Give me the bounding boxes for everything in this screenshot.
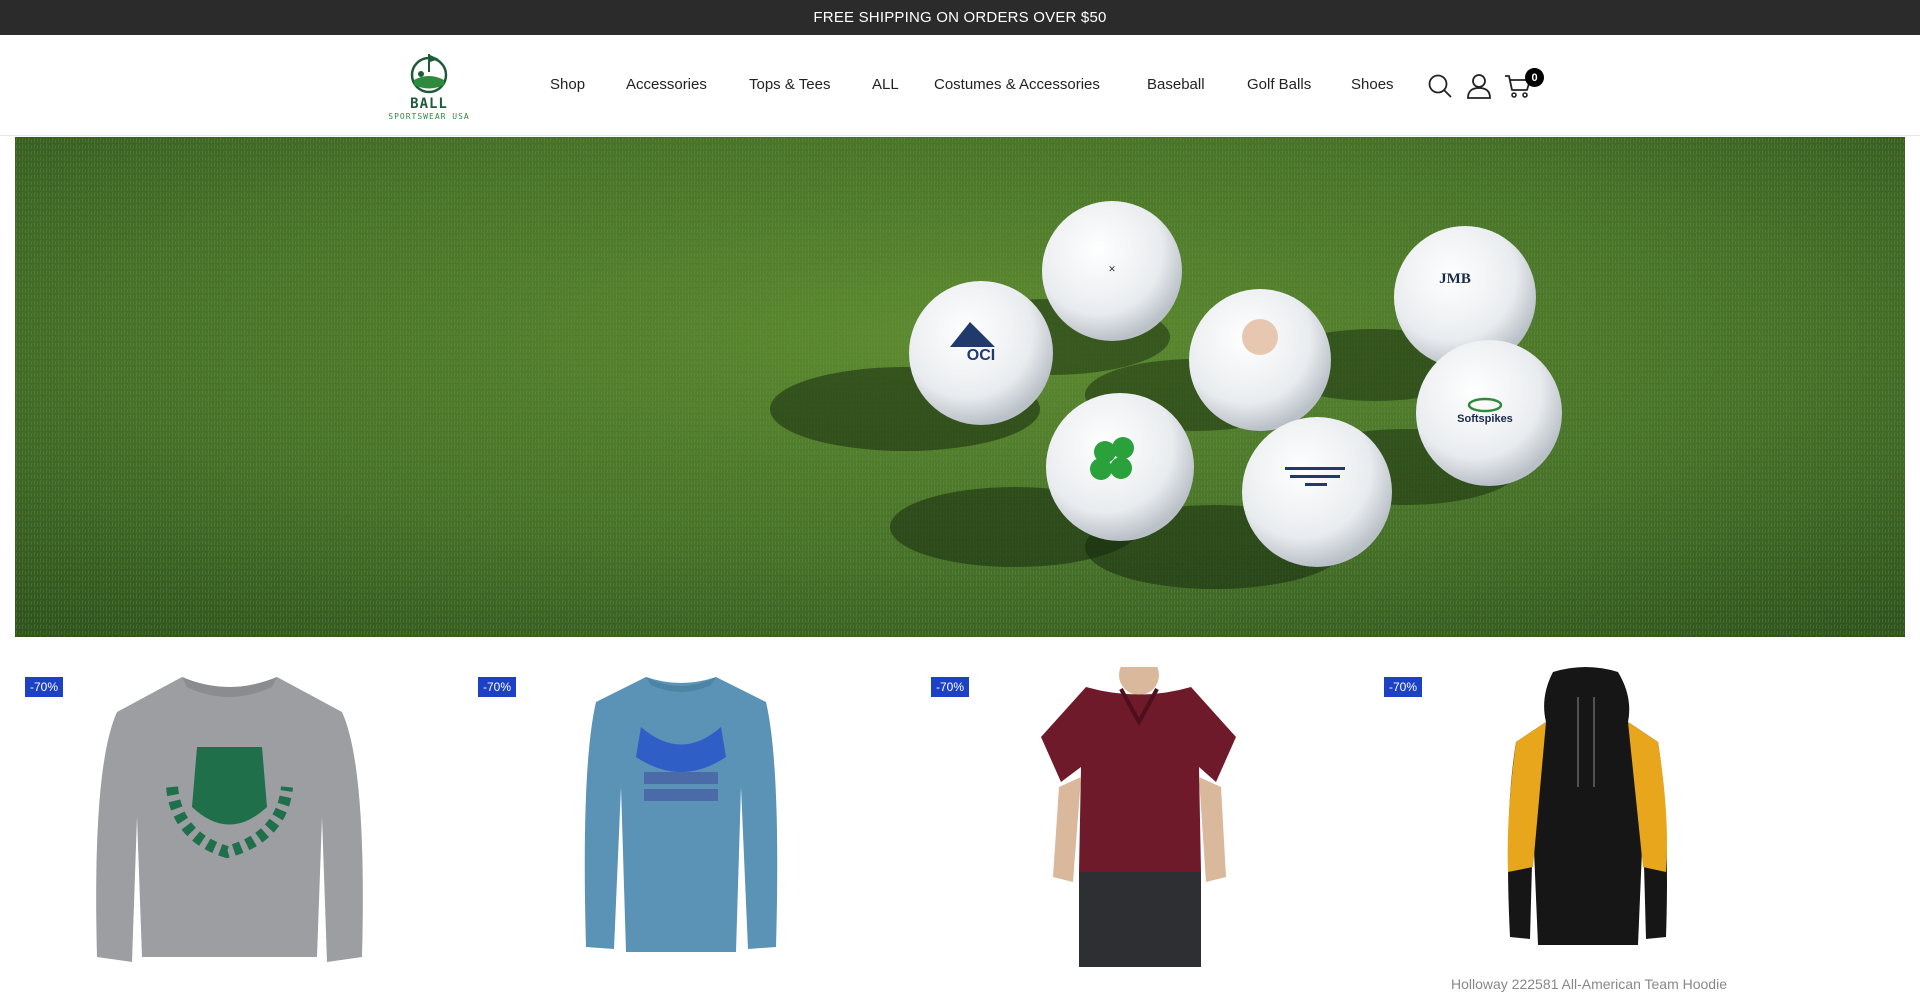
nav-item-shoes[interactable]: Shoes xyxy=(1351,76,1394,93)
product-image[interactable] xyxy=(87,667,372,967)
discount-badge: -70% xyxy=(478,677,517,697)
svg-text:✕: ✕ xyxy=(1108,264,1116,274)
golf-ball-icon xyxy=(1189,289,1331,431)
discount-badge: -70% xyxy=(25,677,64,697)
nav-item-all[interactable]: ALL xyxy=(872,76,899,93)
user-icon[interactable] xyxy=(1465,72,1493,100)
hero-banner[interactable]: OCI ✕ JMB Softspikes xyxy=(15,137,1905,637)
nav-item-tops-tees[interactable]: Tops & Tees xyxy=(749,76,830,93)
nav-item-baseball[interactable]: Baseball xyxy=(1147,76,1205,93)
cart-count-badge: 0 xyxy=(1525,68,1544,87)
product-title[interactable]: Holloway 222581 All-American Team Hoodie xyxy=(1374,976,1804,992)
nav-item-accessories[interactable]: Accessories xyxy=(626,76,707,93)
golf-ball-icon xyxy=(1242,417,1392,567)
hero-golf-balls-image: OCI ✕ JMB Softspikes xyxy=(15,137,1905,637)
product-card[interactable]: -70% xyxy=(15,667,445,993)
product-image[interactable] xyxy=(1498,667,1673,957)
nav-item-golf-balls[interactable]: Golf Balls xyxy=(1247,76,1311,93)
product-card[interactable]: -70% Holloway 222581 All-American Team H… xyxy=(1374,667,1804,993)
product-card[interactable]: -70% xyxy=(921,667,1351,993)
search-icon[interactable] xyxy=(1426,72,1454,100)
product-image[interactable] xyxy=(1031,667,1246,967)
svg-text:OCI: OCI xyxy=(967,347,995,364)
nav-item-shop[interactable]: Shop xyxy=(550,76,585,93)
svg-text:Softspikes: Softspikes xyxy=(1457,413,1513,425)
svg-text:JMB: JMB xyxy=(1439,271,1471,287)
discount-badge: -70% xyxy=(931,677,970,697)
product-image[interactable] xyxy=(576,667,786,957)
product-card[interactable]: -70% xyxy=(468,667,898,993)
main-nav: Shop Accessories Tops & Tees ALL Costume… xyxy=(0,35,1920,136)
nav-item-costumes-accessories[interactable]: Costumes & Accessories xyxy=(934,76,1100,93)
announcement-bar: FREE SHIPPING ON ORDERS OVER $50 xyxy=(0,0,1920,35)
discount-badge: -70% xyxy=(1384,677,1423,697)
announcement-text: FREE SHIPPING ON ORDERS OVER $50 xyxy=(813,9,1107,26)
site-header: BALL SPORTSWEAR USA Shop Accessories Top… xyxy=(0,35,1920,136)
